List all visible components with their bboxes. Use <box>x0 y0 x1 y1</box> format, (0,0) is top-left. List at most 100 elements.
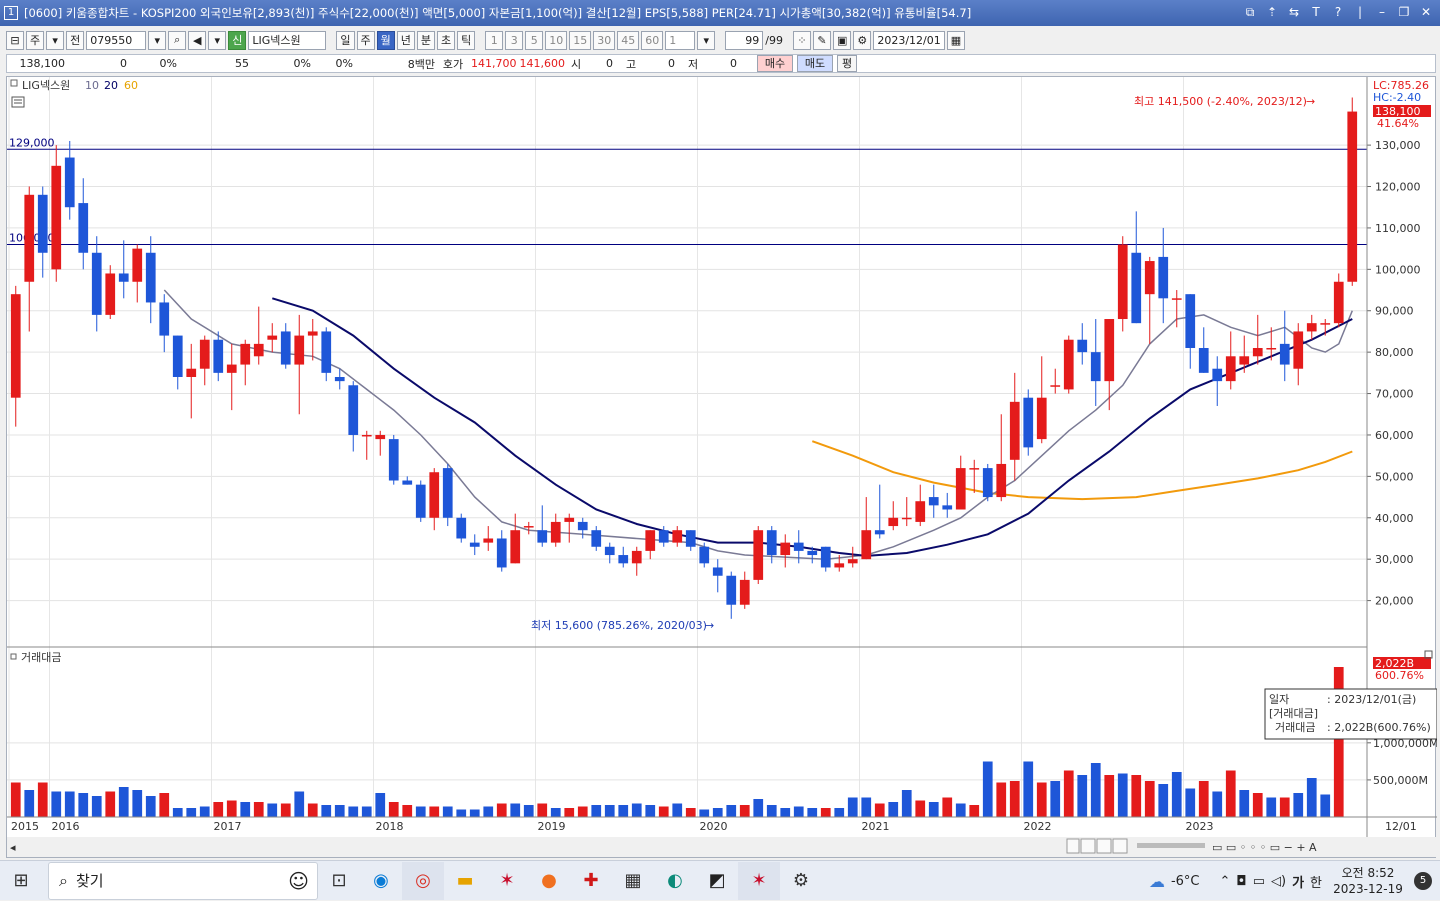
candle-body[interactable] <box>78 203 89 253</box>
candle-body[interactable] <box>442 468 453 518</box>
volume-bar[interactable] <box>820 808 831 817</box>
candle-body[interactable] <box>888 517 899 527</box>
candle-body[interactable] <box>510 530 521 564</box>
candle-body[interactable] <box>699 546 710 564</box>
volume-bar[interactable] <box>388 802 399 817</box>
text-icon[interactable]: T <box>1308 3 1324 21</box>
period-minute-button[interactable]: 분 <box>416 30 435 50</box>
volume-bar[interactable] <box>37 782 48 818</box>
candle-body[interactable] <box>199 339 210 369</box>
period-year-button[interactable]: 년 <box>396 30 415 50</box>
candle-body[interactable] <box>64 157 75 208</box>
volume-bar[interactable] <box>1171 772 1182 817</box>
candle-body[interactable] <box>658 530 669 543</box>
candle-body[interactable] <box>483 538 494 543</box>
candle-body[interactable] <box>807 550 818 556</box>
candle-body[interactable] <box>915 501 926 522</box>
candle-body[interactable] <box>240 343 251 365</box>
candle-body[interactable] <box>51 165 62 270</box>
volume-bar[interactable] <box>1050 781 1061 817</box>
kiwoom-active-icon[interactable]: ✶ <box>738 861 780 900</box>
volume-bar[interactable] <box>402 805 413 817</box>
scroll-left-icon[interactable]: ◂ <box>10 841 16 854</box>
candle-body[interactable] <box>186 368 197 377</box>
volume-bar[interactable] <box>915 800 926 818</box>
candle-body[interactable] <box>645 530 656 551</box>
candle-body[interactable] <box>132 248 143 282</box>
volume-bar[interactable] <box>1252 793 1263 817</box>
volume-bar[interactable] <box>550 808 561 817</box>
volume-bar[interactable] <box>1266 797 1277 818</box>
candle-body[interactable] <box>105 273 116 315</box>
volume-bar[interactable] <box>415 806 426 818</box>
candle-body[interactable] <box>10 294 21 398</box>
volume-bar[interactable] <box>91 796 102 817</box>
candle-body[interactable] <box>591 530 602 547</box>
scroll-stop-button[interactable] <box>1096 838 1112 854</box>
candle-body[interactable] <box>604 546 615 556</box>
grid-tool-icon[interactable]: ⁘ <box>792 30 811 50</box>
volume-bar[interactable] <box>577 806 588 818</box>
candle-body[interactable] <box>226 364 237 373</box>
scroll-first-button[interactable] <box>1080 838 1096 854</box>
period-day-button[interactable]: 일 <box>336 30 355 50</box>
candle-body[interactable] <box>1252 348 1263 357</box>
kiwoom-icon[interactable]: ✶ <box>486 862 528 900</box>
settings-icon[interactable]: ⚙ <box>780 862 822 900</box>
candle-body[interactable] <box>1239 356 1250 365</box>
sticky-notes-icon[interactable]: ◩ <box>696 862 738 900</box>
chart-svg[interactable]: 129,000106,000 20,00030,00040,00050,0006… <box>7 77 1438 859</box>
candle-body[interactable] <box>1293 331 1304 369</box>
volume-bar[interactable] <box>267 803 278 818</box>
candle-body[interactable] <box>496 538 507 568</box>
volume-bar[interactable] <box>1293 793 1304 817</box>
volume-bar[interactable] <box>591 805 602 817</box>
edge-icon[interactable]: ◉ <box>360 862 402 900</box>
interval-30-button[interactable]: 30 <box>593 30 616 50</box>
candle-body[interactable] <box>793 542 804 551</box>
candle-body[interactable] <box>1104 319 1115 382</box>
ime-mode[interactable]: 가 <box>1292 872 1304 891</box>
candle-body[interactable] <box>901 517 912 520</box>
volume-bar[interactable] <box>1225 770 1236 818</box>
volume-bar[interactable] <box>658 806 669 818</box>
volume-bar[interactable] <box>172 808 183 817</box>
candle-body[interactable] <box>618 555 629 564</box>
candle-body[interactable] <box>388 439 399 481</box>
candle-body[interactable] <box>739 579 750 605</box>
chart-area[interactable]: 129,000106,000 20,00030,00040,00050,0006… <box>6 76 1438 859</box>
candle-body[interactable] <box>820 546 831 568</box>
language-indicator[interactable]: 한 <box>1310 872 1322 891</box>
volume-bar[interactable] <box>780 808 791 817</box>
draw-tool-icon[interactable]: ✎ <box>812 30 831 50</box>
candle-body[interactable] <box>253 343 264 357</box>
volume-bar[interactable] <box>1306 778 1317 817</box>
volume-bar[interactable] <box>1104 775 1115 817</box>
volume-bar[interactable] <box>105 791 116 818</box>
candle-body[interactable] <box>712 567 723 576</box>
candle-body[interactable] <box>523 526 534 528</box>
volume-bar[interactable] <box>537 803 548 818</box>
interval-1-button[interactable]: 1 <box>485 30 504 50</box>
candle-body[interactable] <box>267 335 278 340</box>
volume-bar[interactable] <box>321 805 332 817</box>
chrome-icon[interactable]: ◎ <box>402 861 444 900</box>
candle-body[interactable] <box>1117 244 1128 320</box>
help-icon[interactable]: ? <box>1330 3 1346 21</box>
task-view-icon[interactable]: ⊡ <box>318 862 360 900</box>
code-dropdown-icon[interactable]: ▾ <box>148 30 167 50</box>
candle-body[interactable] <box>1131 252 1142 324</box>
candle-body[interactable] <box>415 484 426 518</box>
period-month-button[interactable]: 월 <box>376 30 395 50</box>
candle-body[interactable] <box>1009 401 1020 460</box>
candle-body[interactable] <box>537 530 548 543</box>
candle-body[interactable] <box>1171 298 1182 300</box>
calculator-app-icon[interactable]: ▦ <box>612 862 654 900</box>
candle-body[interactable] <box>996 463 1007 498</box>
candle-body[interactable] <box>955 468 966 510</box>
candle-body[interactable] <box>1185 294 1196 349</box>
volume-bar[interactable] <box>726 805 737 817</box>
volume-bar[interactable] <box>1158 784 1169 817</box>
windows-start-icon[interactable]: ⊞ <box>0 862 42 900</box>
volume-bar[interactable] <box>996 782 1007 818</box>
